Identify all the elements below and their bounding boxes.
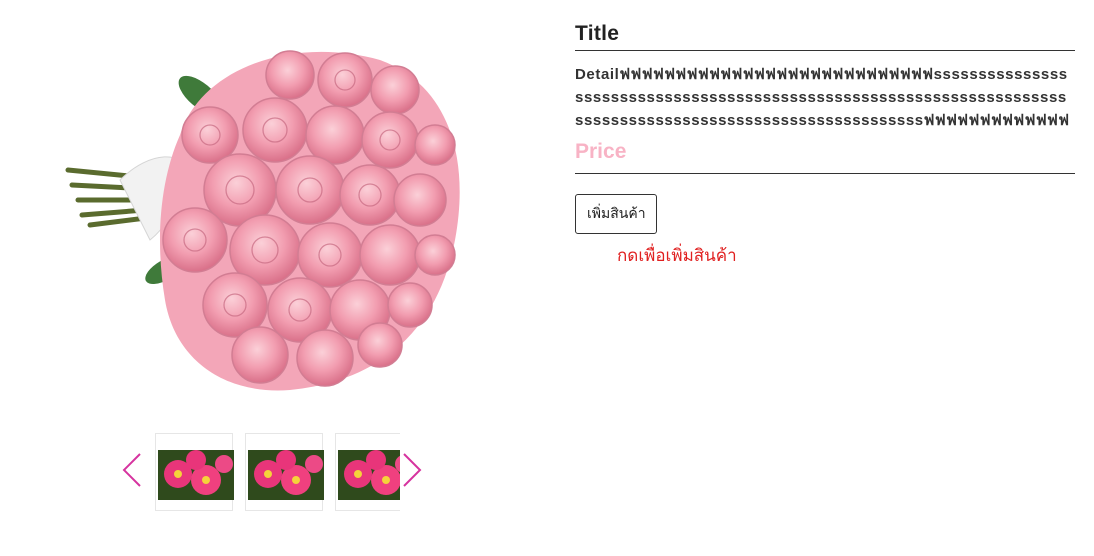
pink-flowers-thumbnail xyxy=(248,450,324,500)
thumbnail-2[interactable] xyxy=(245,433,324,511)
thumbnail-3[interactable] xyxy=(335,433,400,511)
product-detail: Detailฟฟฟฟฟฟฟฟฟฟฟฟฟฟฟฟฟฟฟฟฟฟฟฟฟฟฟฟssssss… xyxy=(575,66,1070,129)
title-divider xyxy=(575,50,1075,51)
thumbnail-1[interactable] xyxy=(155,433,234,511)
add-product-button[interactable]: เพิ่มสินค้า xyxy=(575,194,657,234)
thumbnail-gallery xyxy=(120,430,430,516)
chevron-left-icon xyxy=(122,453,141,487)
gallery-prev-button[interactable] xyxy=(120,452,144,488)
pink-flowers-thumbnail xyxy=(338,450,400,500)
product-main-image xyxy=(60,40,470,400)
rose-bouquet-image xyxy=(65,50,460,391)
chevron-right-icon xyxy=(403,453,422,487)
gallery-next-button[interactable] xyxy=(400,452,424,488)
product-price: Price xyxy=(575,140,627,163)
thumbnail-strip xyxy=(155,433,400,515)
pink-flowers-thumbnail xyxy=(158,450,234,500)
product-info: Title Detailฟฟฟฟฟฟฟฟฟฟฟฟฟฟฟฟฟฟฟฟฟฟฟฟฟฟฟฟ… xyxy=(575,20,1075,269)
product-title: Title xyxy=(575,22,620,45)
add-product-hint: กดเพื่อเพิ่มสินค้า xyxy=(617,246,737,266)
